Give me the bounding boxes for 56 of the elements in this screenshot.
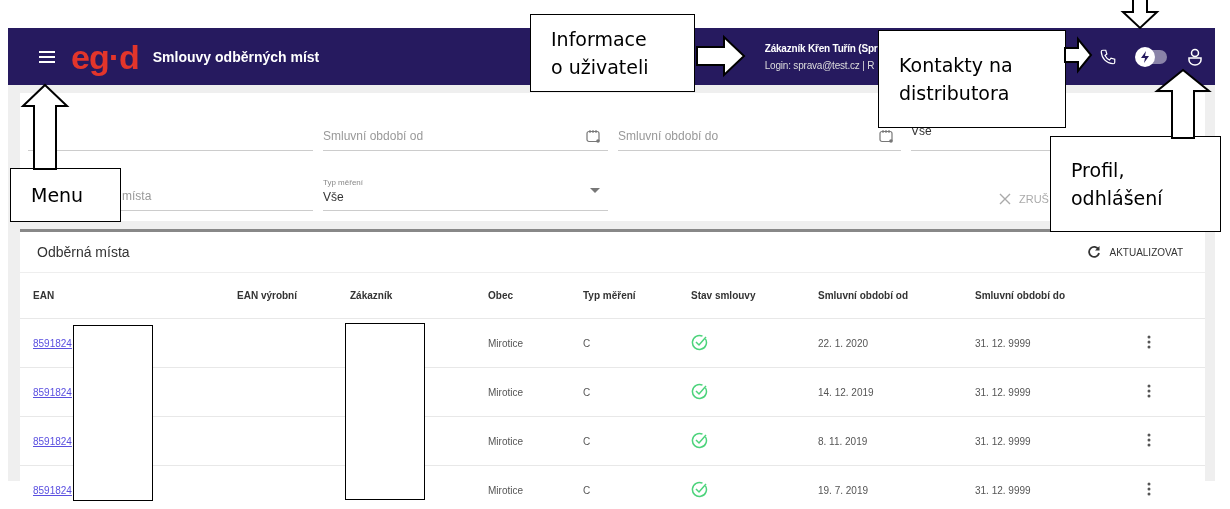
column-header: Typ měření [583, 290, 637, 301]
caret-icon [590, 188, 600, 193]
callout-text: Kontakty na [899, 52, 1014, 78]
table-title: Odběrná místa [37, 244, 130, 260]
refresh-icon [1087, 245, 1102, 259]
table-cell-text: 31. 12. 9999 [975, 386, 1032, 398]
user-name: Zákazník Křen Tuřín (Spr [764, 42, 878, 54]
table-cell-text: 22. 1. 2020 [818, 337, 870, 349]
calendar-icon[interactable] [879, 128, 893, 143]
ean-link[interactable]: 8591824 [33, 386, 72, 398]
table-cell-text: 19. 7. 2019 [818, 484, 870, 496]
callout-text: Informace [551, 26, 648, 52]
table-cell-text: C [583, 386, 592, 398]
table-cell-text: 8. 11. 2019 [818, 435, 869, 447]
user-icon[interactable] [1187, 47, 1203, 66]
calendar-icon[interactable] [586, 128, 600, 143]
more-icon[interactable] [1147, 335, 1151, 349]
column-header: EAN [33, 290, 56, 301]
table-cell-text: C [583, 435, 592, 447]
callout-text: distributora [899, 81, 1011, 106]
theme-switch[interactable] [1137, 49, 1167, 64]
table-cell-text: 14. 12. 2019 [818, 386, 875, 398]
table-cell-text: C [583, 337, 592, 349]
close-icon [999, 193, 1011, 205]
more-icon[interactable] [1147, 482, 1151, 496]
more-icon[interactable] [1147, 384, 1151, 398]
menu-icon[interactable] [39, 50, 55, 63]
column-header: Smluvní období od [818, 290, 909, 301]
ean-link[interactable]: 8591824 [33, 484, 72, 496]
table-cell-text: 31. 12. 9999 [975, 337, 1032, 349]
app-title: Smlouvy odběrných míst [152, 48, 320, 65]
table-cell-text: Mirotice [488, 337, 524, 349]
callout-text: o uživateli [551, 55, 650, 80]
callout-text: Menu [31, 182, 85, 208]
select-field[interactable]: Typ měření Vše [323, 171, 608, 211]
table-cell-text: Mirotice [488, 484, 524, 496]
phone-icon[interactable] [1099, 47, 1117, 66]
callout-text: Profil, [1071, 157, 1126, 183]
table-cell-text: C [583, 484, 592, 496]
ean-link[interactable]: 8591824 [33, 337, 72, 349]
column-header: Stav smlouvy [691, 290, 757, 301]
refresh-button[interactable]: AKTUALIZOVAT [1087, 245, 1183, 259]
logo: eg·d [71, 39, 139, 74]
more-icon[interactable] [1147, 433, 1151, 447]
user-login: Login: sprava@test.cz | R [764, 59, 875, 71]
table-cell-text: Mirotice [488, 386, 524, 398]
column-header: Obec [488, 290, 514, 301]
column-header: Zákazník [350, 290, 394, 301]
callout-text: odhlášení [1071, 186, 1164, 211]
lightning-icon [1139, 49, 1151, 64]
table-cell-text: 31. 12. 9999 [975, 484, 1032, 496]
ean-link[interactable]: 8591824 [33, 435, 72, 447]
table-cell-text: Mirotice [488, 435, 524, 447]
table-cell-text: 31. 12. 9999 [975, 435, 1032, 447]
column-header: EAN výrobní [237, 290, 298, 301]
column-header: Smluvní období do [975, 290, 1066, 301]
